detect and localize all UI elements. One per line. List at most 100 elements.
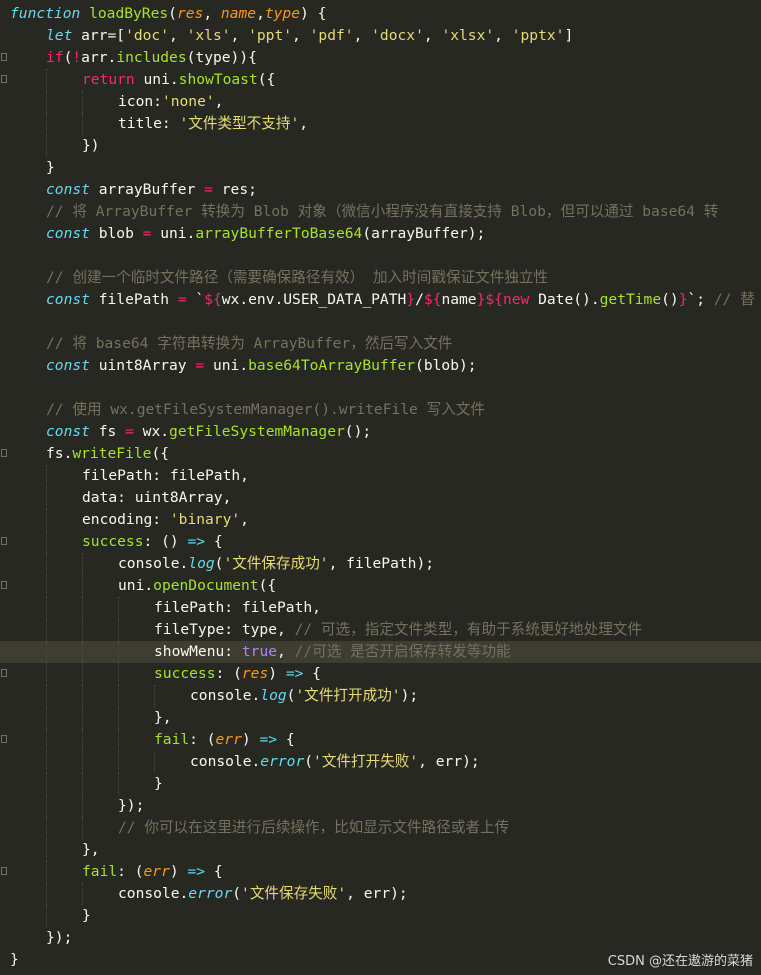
code-line[interactable]: title: '文件类型不支持',	[0, 113, 761, 135]
code-token: `	[186, 291, 205, 308]
code-token: )	[169, 863, 188, 880]
code-text: showMenu: true, //可选 是否开启保存转发等功能	[154, 641, 511, 663]
code-text: const blob = uni.arrayBufferToBase64(arr…	[46, 223, 485, 245]
code-line[interactable]: console.log('文件打开成功');	[0, 685, 761, 707]
fold-toggle-icon[interactable]	[1, 537, 7, 545]
fold-toggle-icon[interactable]	[1, 449, 7, 457]
code-token: name	[220, 5, 257, 22]
fold-toggle-icon[interactable]	[1, 581, 7, 589]
code-token: '文件打开失败'	[313, 753, 419, 770]
gutter	[0, 113, 10, 135]
code-token: `;	[687, 291, 714, 308]
code-token: true	[241, 643, 278, 660]
code-line[interactable]: fail: (err) => {	[0, 729, 761, 751]
code-token: ,	[353, 27, 372, 44]
fold-toggle-icon[interactable]	[1, 867, 7, 875]
code-line[interactable]: filePath: filePath,	[0, 597, 761, 619]
code-token: }	[154, 775, 163, 792]
code-line[interactable]	[0, 377, 761, 399]
indent-guide	[46, 597, 47, 619]
code-line[interactable]: // 你可以在这里进行后续操作，比如显示文件路径或者上传	[0, 817, 761, 839]
code-text: // 创建一个临时文件路径（需要确保路径有效） 加入时间戳保证文件独立性	[46, 267, 548, 289]
code-line[interactable]: const filePath = `${wx.env.USER_DATA_PAT…	[0, 289, 761, 311]
code-token: )	[241, 731, 260, 748]
code-text: console.error('文件打开失败', err);	[190, 751, 480, 773]
code-line[interactable]: })	[0, 135, 761, 157]
code-line[interactable]: fs.writeFile({	[0, 443, 761, 465]
code-token: function	[10, 5, 81, 22]
code-token: wx.	[133, 423, 170, 440]
code-editor[interactable]: function loadByRes(res, name,type) {let …	[0, 0, 761, 975]
gutter	[0, 861, 10, 883]
code-line[interactable]: fileType: type, // 可选，指定文件类型，有助于系统更好地处理文…	[0, 619, 761, 641]
code-text: success: () => {	[82, 531, 223, 553]
code-text: // 使用 wx.getFileSystemManager().writeFil…	[46, 399, 485, 421]
code-line[interactable]: console.error('文件保存失败', err);	[0, 883, 761, 905]
code-text: if(!arr.includes(type)){	[46, 47, 257, 69]
code-token: 'docx'	[371, 27, 424, 44]
code-line[interactable]: icon:'none',	[0, 91, 761, 113]
code-line[interactable]: });	[0, 927, 761, 949]
code-token: '文件类型不支持'	[179, 115, 300, 132]
code-text: },	[82, 839, 100, 861]
code-line[interactable]: },	[0, 707, 761, 729]
code-text: fs.writeFile({	[46, 443, 169, 465]
code-line[interactable]: if(!arr.includes(type)){	[0, 47, 761, 69]
code-token: uni.	[134, 71, 179, 88]
code-line[interactable]: return uni.showToast({	[0, 69, 761, 91]
code-line[interactable]: filePath: filePath,	[0, 465, 761, 487]
code-text: function loadByRes(res, name,type) {	[10, 3, 326, 25]
code-token: , err);	[418, 753, 480, 770]
code-line[interactable]: // 将 base64 字符串转换为 ArrayBuffer，然后写入文件	[0, 333, 761, 355]
code-line[interactable]: showMenu: true, //可选 是否开启保存转发等功能	[0, 641, 761, 663]
code-line[interactable]: success: (res) => {	[0, 663, 761, 685]
code-line[interactable]: }	[0, 157, 761, 179]
code-line[interactable]	[0, 245, 761, 267]
code-line[interactable]: encoding: 'binary',	[0, 509, 761, 531]
code-token: ]	[564, 27, 574, 44]
code-line[interactable]: // 将 ArrayBuffer 转换为 Blob 对象（微信小程序没有直接支持…	[0, 201, 761, 223]
gutter	[0, 487, 10, 509]
fold-toggle-icon[interactable]	[1, 75, 7, 83]
indent-guide	[46, 575, 47, 597]
code-line[interactable]	[0, 311, 761, 333]
code-line[interactable]: console.error('文件打开失败', err);	[0, 751, 761, 773]
code-line[interactable]: const arrayBuffer = res;	[0, 179, 761, 201]
code-text: console.log('文件保存成功', filePath);	[118, 553, 434, 575]
fold-toggle-icon[interactable]	[1, 53, 7, 61]
code-line[interactable]: });	[0, 795, 761, 817]
code-line[interactable]: let arr=['doc', 'xls', 'ppt', 'pdf', 'do…	[0, 25, 761, 47]
code-text: filePath: filePath,	[154, 597, 321, 619]
code-token: 'pptx'	[511, 27, 565, 44]
code-line[interactable]: }	[0, 905, 761, 927]
code-line[interactable]: // 使用 wx.getFileSystemManager().writeFil…	[0, 399, 761, 421]
code-line[interactable]: data: uint8Array,	[0, 487, 761, 509]
indent-guide	[118, 619, 119, 641]
code-token: encoding:	[82, 511, 170, 528]
code-token: =>	[187, 863, 206, 880]
gutter	[0, 531, 10, 553]
code-line[interactable]: const uint8Array = uni.base64ToArrayBuff…	[0, 355, 761, 377]
code-text: // 你可以在这里进行后续操作，比如显示文件路径或者上传	[118, 817, 509, 839]
indent-guide	[82, 707, 83, 729]
code-line[interactable]: uni.openDocument({	[0, 575, 761, 597]
fold-toggle-icon[interactable]	[1, 735, 7, 743]
code-line[interactable]: fail: (err) => {	[0, 861, 761, 883]
code-token: filePath: filePath,	[82, 467, 249, 484]
code-line[interactable]: const blob = uni.arrayBufferToBase64(arr…	[0, 223, 761, 245]
indent-guide	[118, 685, 119, 707]
code-line[interactable]: },	[0, 839, 761, 861]
code-token: ,	[277, 643, 295, 660]
code-line[interactable]: success: () => {	[0, 531, 761, 553]
indent-guide	[82, 597, 83, 619]
code-line[interactable]: function loadByRes(res, name,type) {	[0, 3, 761, 25]
code-line[interactable]: const fs = wx.getFileSystemManager();	[0, 421, 761, 443]
code-token: // 你可以在这里进行后续操作，比如显示文件路径或者上传	[118, 819, 510, 836]
code-text: return uni.showToast({	[82, 69, 275, 91]
code-line[interactable]: }	[0, 773, 761, 795]
code-line[interactable]: // 创建一个临时文件路径（需要确保路径有效） 加入时间戳保证文件独立性	[0, 267, 761, 289]
indent-guide	[118, 707, 119, 729]
code-line[interactable]: console.log('文件保存成功', filePath);	[0, 553, 761, 575]
fold-toggle-icon[interactable]	[1, 669, 7, 677]
gutter	[0, 707, 10, 729]
